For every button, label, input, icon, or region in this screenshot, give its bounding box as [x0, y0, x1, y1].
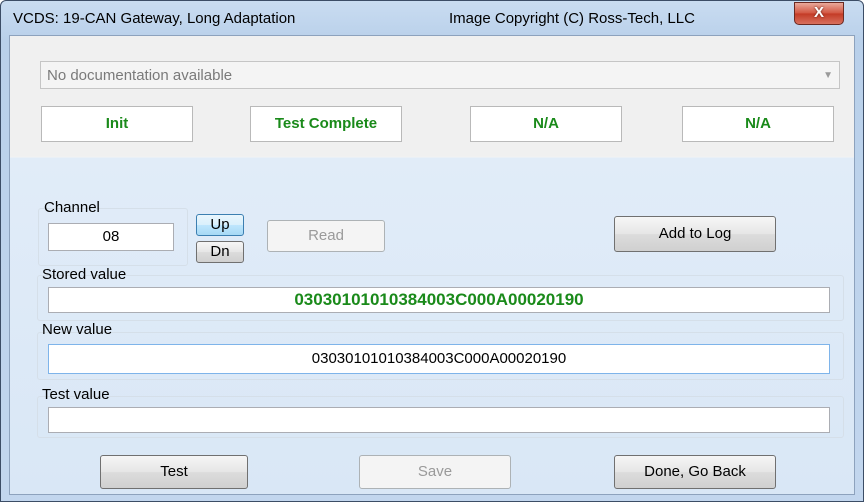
channel-down-button[interactable]: Dn [196, 241, 244, 263]
status-field-3: N/A [470, 106, 622, 142]
channel-label: Channel [44, 199, 100, 216]
add-to-log-button[interactable]: Add to Log [614, 216, 776, 252]
chevron-down-icon: ▼ [823, 70, 833, 81]
status-field-1: Init [41, 106, 193, 142]
close-button[interactable]: X [794, 2, 844, 25]
status-field-2: Test Complete [250, 106, 402, 142]
test-button[interactable]: Test [100, 455, 248, 489]
documentation-select[interactable]: No documentation available ▼ [40, 61, 840, 89]
stored-value-label: Stored value [42, 266, 127, 283]
new-value-input[interactable]: 03030101010384003C000A00020190 [48, 344, 830, 374]
read-button[interactable]: Read [267, 220, 385, 252]
test-value-label: Test value [42, 386, 110, 403]
adaptation-window: VCDS: 19-CAN Gateway, Long Adaptation Im… [0, 0, 864, 502]
client-area: No documentation available ▼ Init Test C… [9, 35, 855, 495]
close-icon: X [813, 4, 824, 21]
status-field-4: N/A [682, 106, 834, 142]
save-button[interactable]: Save [359, 455, 511, 489]
window-title: VCDS: 19-CAN Gateway, Long Adaptation [13, 10, 296, 27]
test-value-field [48, 407, 830, 433]
copyright-text: Image Copyright (C) Ross-Tech, LLC [449, 10, 695, 27]
channel-up-button[interactable]: Up [196, 214, 244, 236]
channel-input[interactable]: 08 [48, 223, 174, 251]
title-bar[interactable]: VCDS: 19-CAN Gateway, Long Adaptation Im… [1, 1, 863, 35]
stored-value-field: 03030101010384003C000A00020190 [48, 287, 830, 313]
done-go-back-button[interactable]: Done, Go Back [614, 455, 776, 489]
new-value-label: New value [42, 321, 113, 338]
documentation-select-value: No documentation available [47, 67, 233, 84]
